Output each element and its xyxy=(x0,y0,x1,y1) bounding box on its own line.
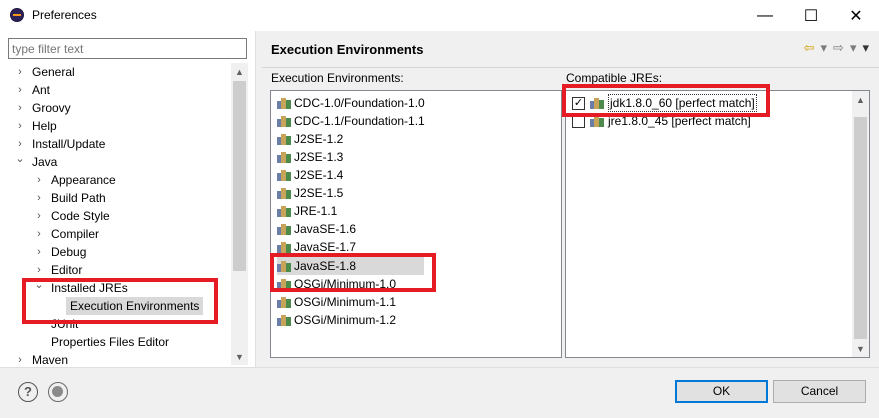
library-icon xyxy=(277,169,291,181)
list-item-label: CDC-1.0/Foundation-1.0 xyxy=(294,96,425,110)
library-icon xyxy=(277,115,291,127)
header-separator xyxy=(262,67,879,68)
tree-item-label: Install/Update xyxy=(32,137,106,151)
library-icon xyxy=(277,296,291,308)
compatible-jres-label: Compatible JREs: xyxy=(566,71,663,85)
tree-scrollbar[interactable]: ▲ ▼ xyxy=(231,63,248,365)
library-icon xyxy=(277,205,291,217)
close-button[interactable]: ✕ xyxy=(833,0,879,31)
list-item[interactable]: J2SE-1.4 xyxy=(277,166,557,184)
library-icon xyxy=(277,151,291,163)
highlight-box-javase-18 xyxy=(270,253,436,292)
minimize-button[interactable]: — xyxy=(742,0,788,31)
view-menu-icon[interactable]: ▾ xyxy=(862,40,869,56)
window-title: Preferences xyxy=(32,8,97,22)
forward-arrow-icon[interactable]: ⇨ xyxy=(833,40,844,56)
scrollbar-thumb[interactable] xyxy=(854,117,867,339)
chevron-right-icon[interactable]: › xyxy=(33,243,45,261)
preference-page: Execution Environments ⇦ ▾ ⇨ ▾ ▾ Executi… xyxy=(262,31,879,367)
list-item-label: OSGi/Minimum-1.2 xyxy=(294,313,397,327)
tree-item-label: Code Style xyxy=(51,209,110,223)
list-item-label: J2SE-1.5 xyxy=(294,186,344,200)
library-icon xyxy=(277,241,291,253)
help-icon[interactable]: ? xyxy=(18,382,38,402)
highlight-box-execution-environments xyxy=(22,278,218,324)
chevron-right-icon[interactable]: › xyxy=(14,81,26,99)
list-item[interactable]: J2SE-1.2 xyxy=(277,130,557,148)
tree-item-label: Java xyxy=(32,155,58,169)
chevron-right-icon[interactable]: › xyxy=(14,99,26,117)
list-item-label: JavaSE-1.6 xyxy=(294,222,357,236)
list-item-label: J2SE-1.4 xyxy=(294,168,344,182)
maximize-button[interactable]: ☐ xyxy=(788,0,834,31)
highlight-box-jdk xyxy=(562,84,770,117)
chevron-right-icon[interactable]: › xyxy=(33,225,45,243)
chevron-right-icon[interactable]: › xyxy=(33,207,45,225)
chevron-down-icon[interactable]: ⌄ xyxy=(14,150,26,168)
jres-scrollbar[interactable]: ▲ ▼ xyxy=(852,91,869,357)
list-item[interactable]: OSGi/Minimum-1.1 xyxy=(277,293,557,311)
page-navigation: ⇦ ▾ ⇨ ▾ ▾ xyxy=(804,40,869,56)
back-dropdown-icon[interactable]: ▾ xyxy=(821,40,828,56)
forward-dropdown-icon[interactable]: ▾ xyxy=(850,40,857,56)
chevron-right-icon[interactable]: › xyxy=(14,63,26,81)
cancel-button[interactable]: Cancel xyxy=(773,380,866,403)
tree-item-label: Editor xyxy=(51,263,83,277)
scrollbar-thumb[interactable] xyxy=(233,81,246,271)
library-icon xyxy=(277,314,291,326)
library-icon xyxy=(277,187,291,199)
tree-item-label: Debug xyxy=(51,245,87,259)
tree-item-label: Compiler xyxy=(51,227,100,241)
chevron-right-icon[interactable]: › xyxy=(14,117,26,135)
import-export-icon[interactable] xyxy=(48,382,68,402)
tree-item-label: Groovy xyxy=(32,101,71,115)
library-icon xyxy=(277,97,291,109)
scroll-down-arrow-icon[interactable]: ▼ xyxy=(852,340,869,357)
list-item[interactable]: J2SE-1.5 xyxy=(277,184,557,202)
list-item[interactable]: OSGi/Minimum-1.2 xyxy=(277,311,557,329)
compatible-jres-list[interactable]: ✓ jdk1.8.0_60 [perfect match] jre1.8.0_4… xyxy=(565,90,870,358)
list-item[interactable]: JRE-1.1 xyxy=(277,202,557,220)
list-item[interactable]: CDC-1.1/Foundation-1.1 xyxy=(277,112,557,130)
filter-input[interactable] xyxy=(8,38,247,59)
chevron-right-icon[interactable]: › xyxy=(33,189,45,207)
tree-item-label: Build Path xyxy=(51,191,106,205)
button-bar: ? OK Cancel xyxy=(0,367,879,418)
tree-item-label: General xyxy=(32,65,75,79)
tree-item-label: Appearance xyxy=(51,173,116,187)
list-item-label: JRE-1.1 xyxy=(294,204,338,218)
scroll-down-arrow-icon[interactable]: ▼ xyxy=(231,348,248,365)
list-item[interactable]: CDC-1.0/Foundation-1.0 xyxy=(277,94,557,112)
library-icon xyxy=(277,223,291,235)
environments-label: Execution Environments: xyxy=(271,71,404,85)
tree-item-label: Help xyxy=(32,119,57,133)
scroll-up-arrow-icon[interactable]: ▲ xyxy=(231,63,248,80)
list-item-label: OSGi/Minimum-1.1 xyxy=(294,295,397,309)
list-item-label: J2SE-1.2 xyxy=(294,132,344,146)
scroll-up-arrow-icon[interactable]: ▲ xyxy=(852,91,869,108)
title-bar: Preferences — ☐ ✕ xyxy=(0,0,879,31)
environments-list[interactable]: CDC-1.0/Foundation-1.0 CDC-1.1/Foundatio… xyxy=(270,90,562,358)
list-item-label: CDC-1.1/Foundation-1.1 xyxy=(294,114,425,128)
chevron-right-icon[interactable]: › xyxy=(33,171,45,189)
list-item[interactable]: J2SE-1.3 xyxy=(277,148,557,166)
tree-item-label: Ant xyxy=(32,83,51,97)
list-item[interactable]: JavaSE-1.6 xyxy=(277,220,557,238)
page-title: Execution Environments xyxy=(271,42,424,57)
page-header: Execution Environments ⇦ ▾ ⇨ ▾ ▾ xyxy=(262,31,879,67)
library-icon xyxy=(277,133,291,145)
pane-splitter[interactable] xyxy=(255,31,262,367)
eclipse-icon xyxy=(10,8,24,22)
list-item-label: J2SE-1.3 xyxy=(294,150,344,164)
ok-button[interactable]: OK xyxy=(675,380,768,403)
back-arrow-icon[interactable]: ⇦ xyxy=(804,40,815,56)
tree-item-label: Properties Files Editor xyxy=(51,335,170,349)
